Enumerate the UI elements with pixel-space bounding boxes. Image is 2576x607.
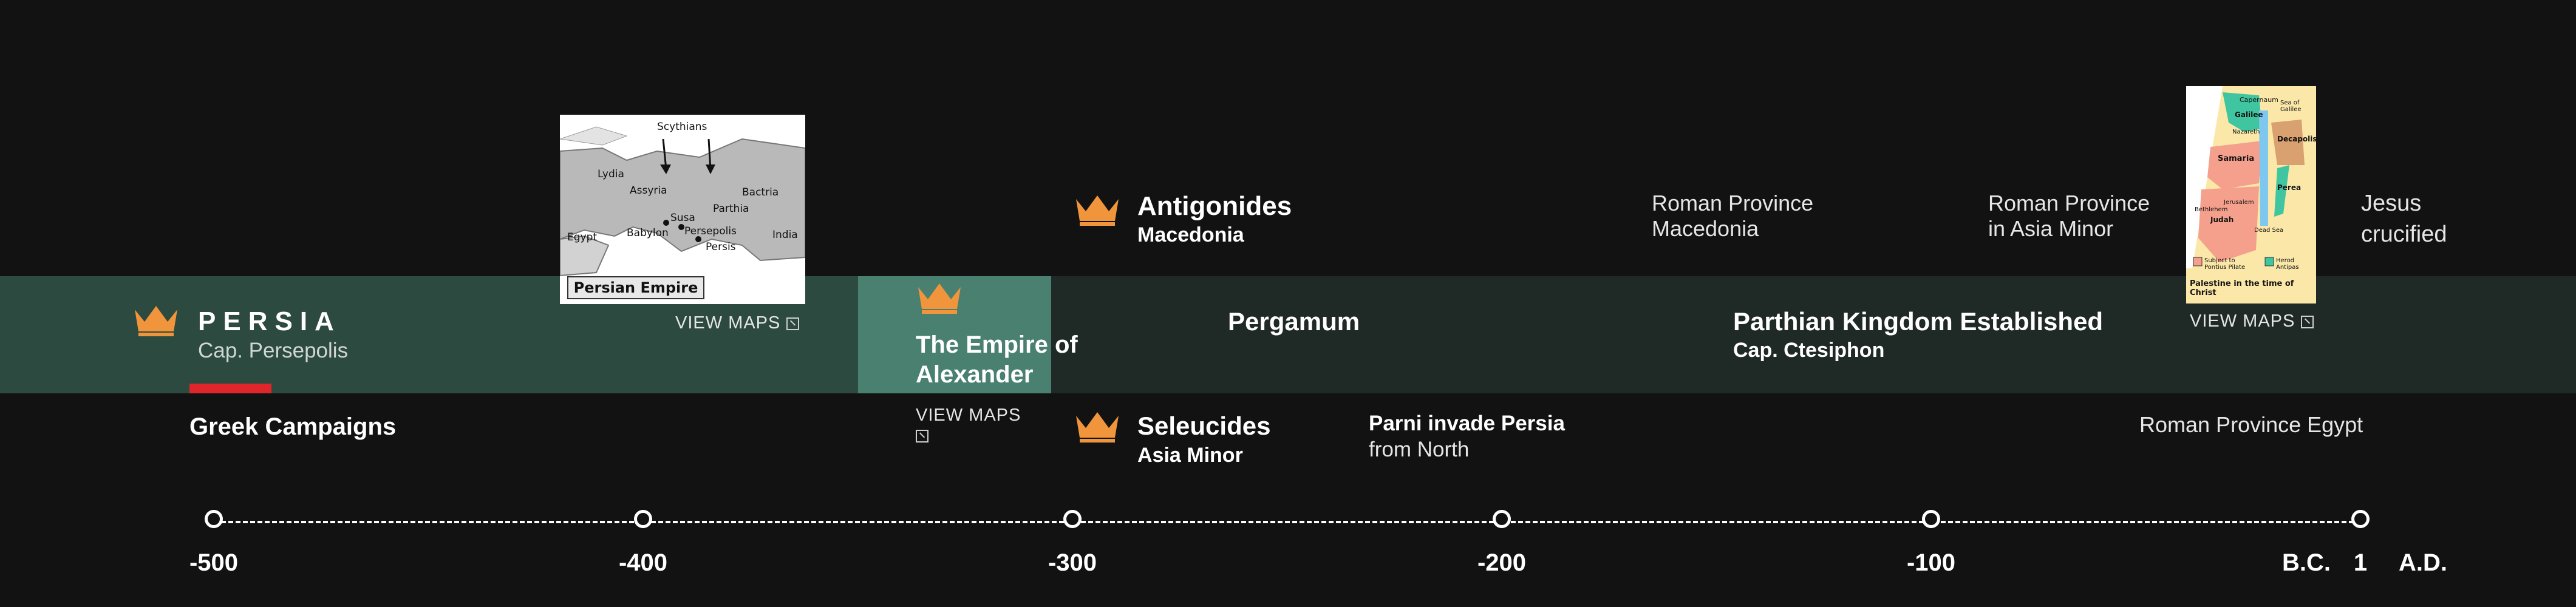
roman-egypt-label: Roman Province Egypt: [2139, 412, 2363, 437]
persian-empire-map-title: Persian Empire: [567, 276, 704, 299]
roman-asia-minor-line2: in Asia Minor: [1988, 216, 2114, 241]
tick-label: -500: [189, 549, 239, 576]
palestine-map-caption: Palestine in the time of Christ: [2190, 279, 2294, 297]
map-label-nazareth: Nazareth: [2232, 129, 2260, 135]
map-label-samaria: Samaria: [2218, 154, 2255, 163]
parni-line2: from North: [1369, 438, 1470, 461]
map-legend-pilate: Subject to Pontius Pilate: [2204, 257, 2246, 271]
roman-macedonia-line1: Roman Province: [1652, 191, 1814, 215]
crown-icon: [918, 283, 961, 314]
timeline-tick[interactable]: [1063, 510, 1082, 528]
map-label-decapolis: Decapolis: [2277, 135, 2316, 143]
map-label-assyria: Assyria: [630, 185, 667, 197]
persia-view-maps-link[interactable]: VIEW MAPS: [675, 313, 800, 333]
greek-campaigns-marker: [189, 384, 271, 393]
external-link-icon: [2301, 315, 2314, 328]
map-label-jerusalem: Jerusalem: [2224, 199, 2254, 206]
crown-icon: [135, 306, 177, 336]
timeline-tick[interactable]: [2351, 510, 2370, 528]
alexander-title-line2: Alexander: [916, 361, 1034, 388]
palestine-map[interactable]: Capernaum Sea of Galilee Galilee Nazaret…: [2186, 86, 2316, 304]
map-label-susa: Susa: [670, 212, 695, 224]
timeline-axis: [214, 521, 2361, 523]
ad-label: A.D.: [2399, 549, 2447, 576]
map-label-egypt: Egypt: [567, 231, 598, 243]
timeline-tick[interactable]: [1922, 510, 1940, 528]
parni-line1: Parni invade Persia: [1369, 412, 1565, 435]
alexander-view-maps-link[interactable]: VIEW MAPS: [916, 405, 1021, 426]
pergamum-label: Pergamum: [1228, 307, 1360, 336]
map-label-lydia: Lydia: [598, 168, 624, 180]
map-label-persis: Persis: [706, 241, 736, 253]
map-label-scythians: Scythians: [657, 121, 707, 133]
timeline-tick[interactable]: [1493, 510, 1511, 528]
antigonides-subtitle: Macedonia: [1137, 223, 1244, 246]
alexander-view-maps-icon-wrap[interactable]: [916, 430, 929, 443]
roman-macedonia-line2: Macedonia: [1652, 216, 1759, 241]
jesus-line1: Jesus: [2361, 191, 2422, 216]
persian-empire-map[interactable]: Scythians Lydia Assyria Bactria Parthia …: [560, 115, 805, 304]
antigonides-title: Antigonides: [1137, 191, 1292, 221]
map-label-sea-of-galilee: Sea of Galilee: [2280, 100, 2302, 113]
map-label-perea: Perea: [2277, 183, 2302, 192]
tick-label: -400: [618, 549, 668, 576]
greek-campaigns-label: Greek Campaigns: [189, 413, 397, 440]
map-label-judah: Judah: [2210, 215, 2234, 224]
palestine-view-maps-label: VIEW MAPS: [2190, 311, 2295, 331]
map-label-capernaum: Capernaum: [2240, 96, 2278, 104]
map-legend-herod: Herod Antipas: [2276, 257, 2299, 271]
persia-capital: Cap. Persepolis: [198, 339, 349, 362]
timeline-stage: PERSIA Cap. Persepolis Greek Campaigns S…: [0, 0, 2576, 607]
parthian-capital: Cap. Ctesiphon: [1733, 339, 1885, 362]
external-link-icon: [786, 317, 800, 330]
map-label-babylon: Babylon: [627, 227, 669, 239]
map-label-bethlehem: Bethlehem: [2195, 206, 2228, 213]
tick-label: 1: [2353, 549, 2368, 576]
persia-title: PERSIA: [198, 307, 341, 336]
palestine-view-maps-link[interactable]: VIEW MAPS: [2190, 311, 2314, 331]
tick-label: -200: [1477, 549, 1527, 576]
map-label-india: India: [772, 229, 798, 241]
external-link-icon: [916, 430, 929, 443]
crown-icon: [1076, 412, 1119, 443]
tick-label: -100: [1906, 549, 1956, 576]
seleucides-title: Seleucides: [1137, 412, 1271, 440]
map-label-bactria: Bactria: [742, 186, 779, 198]
persia-view-maps-label: VIEW MAPS: [675, 313, 781, 333]
map-label-parthia: Parthia: [713, 203, 749, 215]
alexander-title-line1: The Empire of: [916, 331, 1078, 358]
bc-label: B.C.: [2282, 549, 2331, 576]
parthian-title: Parthian Kingdom Established: [1733, 307, 2104, 336]
seleucides-subtitle: Asia Minor: [1137, 444, 1243, 467]
map-label-galilee: Galilee: [2235, 110, 2263, 119]
jesus-line2: crucified: [2361, 222, 2447, 247]
roman-asia-minor-line1: Roman Province: [1988, 191, 2150, 215]
timeline-tick[interactable]: [634, 510, 652, 528]
map-label-persepolis: Persepolis: [684, 225, 737, 237]
tick-label: -300: [1048, 549, 1097, 576]
map-label-dead-sea: Dead Sea: [2254, 227, 2284, 234]
timeline-tick[interactable]: [205, 510, 223, 528]
alexander-view-maps-label: VIEW MAPS: [916, 405, 1021, 425]
crown-icon: [1076, 195, 1119, 226]
